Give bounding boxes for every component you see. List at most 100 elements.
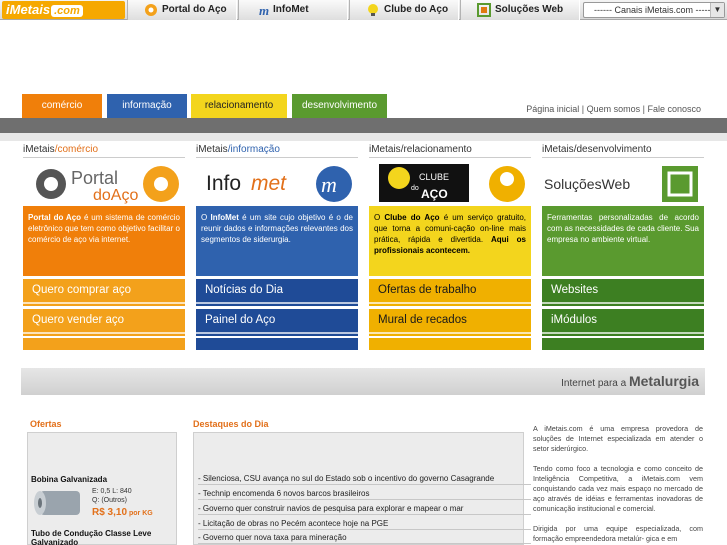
column-description: O Clube do Aço é um serviço gratuito, qu… xyxy=(369,206,531,276)
tab-comercio[interactable]: comércio xyxy=(22,94,102,118)
infomet-m-icon: m xyxy=(259,3,269,17)
tab-label: InfoMet xyxy=(273,4,309,15)
tab-label: Portal do Aço xyxy=(162,4,227,15)
logo-text-2: do xyxy=(411,185,419,192)
tab-desenvolvimento[interactable]: desenvolvimento xyxy=(292,94,387,118)
link-quero-comprar-aco[interactable]: Quero comprar aço xyxy=(23,279,185,306)
banner-main: Metalurgia xyxy=(628,373,699,389)
infomet-logo[interactable]: Info met m xyxy=(196,157,358,206)
link-ofertas-de-trabalho[interactable]: Ofertas de trabalho xyxy=(369,279,531,306)
bulb-icon xyxy=(368,4,378,16)
column-title: iMetais/comércio xyxy=(23,144,185,157)
desc-bold: InfoMet xyxy=(210,213,239,222)
tab-comercio-label: comércio xyxy=(41,100,83,111)
title-brand: iMetais xyxy=(196,144,228,155)
offer-title-2[interactable]: Tubo de Condução Classe Leve Galvanizado xyxy=(31,529,177,545)
title-brand: iMetais xyxy=(542,144,574,155)
column-footer xyxy=(23,338,185,350)
metalurgia-banner: Internet para a Metalurgia xyxy=(21,368,705,395)
logo-text-2: met xyxy=(251,172,287,195)
link-quem-somos[interactable]: Quem somos xyxy=(587,104,641,114)
link-pagina-inicial[interactable]: Página inicial xyxy=(526,104,579,114)
title-brand: iMetais xyxy=(369,144,401,155)
logo-text-1: CLUBE xyxy=(419,172,449,182)
tab-relacionamento-label: relacionamento xyxy=(204,100,274,111)
about-paragraph-2: Tendo como foco a tecnologia e como conc… xyxy=(533,464,703,513)
top-navigation-bar: iMetais .com Portal do Aço m InfoMet Club… xyxy=(0,0,727,20)
divider-bar xyxy=(0,118,727,133)
tab-label: Clube do Aço xyxy=(384,4,449,15)
column-description: Portal do Aço é um sistema de comércio e… xyxy=(23,206,185,276)
link-painel-do-aco[interactable]: Painel do Aço xyxy=(196,309,358,336)
link-quero-vender-aco[interactable]: Quero vender aço xyxy=(23,309,185,336)
portal-do-aco-logo[interactable]: Portal doAço xyxy=(23,157,185,206)
gear-icon xyxy=(145,4,157,16)
price-unit: por KG xyxy=(127,510,153,517)
separator xyxy=(369,332,531,334)
offer-title[interactable]: Bobina Galvanizada xyxy=(31,475,107,484)
logo-text-1: SoluçõesWeb xyxy=(544,176,630,192)
about-text: A iMetais.com é uma empresa provedora de… xyxy=(533,424,703,545)
desc-text: Ferramentas personalizadas de acordo com… xyxy=(547,213,699,244)
clube-do-aco-logo[interactable]: CLUBE do AÇO xyxy=(369,157,531,206)
column-comercio: iMetais/comércio Portal doAço Portal do … xyxy=(23,144,185,350)
bulb-icon: CLUBE do AÇO xyxy=(379,164,525,202)
tab-informacao[interactable]: informação xyxy=(107,94,187,118)
link-mural-de-recados[interactable]: Mural de recados xyxy=(369,309,531,336)
column-description: O InfoMet é um site cujo objetivo é o de… xyxy=(196,206,358,276)
logo-main: Metais xyxy=(9,2,51,17)
tab-desenvolvimento-label: desenvolvimento xyxy=(301,100,378,111)
link-label: Painel do Aço xyxy=(205,314,276,326)
svg-text:m: m xyxy=(321,172,337,197)
link-label: Mural de recados xyxy=(378,314,467,326)
column-footer xyxy=(196,338,358,350)
infomet-m-icon: Info met m xyxy=(206,166,352,202)
desc-bold: Clube do Aço xyxy=(384,213,440,222)
tab-label: Soluções Web xyxy=(495,4,564,15)
offer-spec-1: E: 0,5 L: 840 xyxy=(92,488,132,495)
top-links: Página inicial | Quem somos | Fale conos… xyxy=(526,104,701,114)
column-title: iMetais/relacionamento xyxy=(369,144,531,157)
link-fale-conosco[interactable]: Fale conosco xyxy=(647,104,701,114)
separator xyxy=(23,302,185,304)
column-relacionamento: iMetais/relacionamento CLUBE do AÇO O Cl… xyxy=(369,144,531,350)
solucoes-web-logo[interactable]: SoluçõesWeb xyxy=(542,157,704,206)
column-desenvolvimento: iMetais/desenvolvimento SoluçõesWeb Ferr… xyxy=(542,144,704,350)
tab-relacionamento[interactable]: relacionamento xyxy=(191,94,287,118)
news-item[interactable]: - Silenciosa, CSU avança no sul do Estad… xyxy=(198,472,531,485)
separator xyxy=(23,332,185,334)
separator xyxy=(196,302,358,304)
title-section: /relacionamento xyxy=(400,144,472,155)
offers-heading: Ofertas xyxy=(30,419,62,429)
news-heading: Destaques do Dia xyxy=(193,419,269,429)
banner-prefix: Internet para a xyxy=(561,378,629,389)
separator xyxy=(542,302,704,304)
tab-solucoes-web[interactable]: Soluções Web xyxy=(460,0,580,20)
tab-infomet[interactable]: m InfoMet xyxy=(238,0,348,20)
imetais-logo[interactable]: iMetais .com xyxy=(2,1,125,19)
offer-spec-2: Q: (Outros) xyxy=(92,497,128,504)
steel-coil-image[interactable] xyxy=(32,487,87,517)
news-item[interactable]: - Governo quer construir navios de pesqu… xyxy=(198,502,531,515)
channels-select[interactable]: ------ Canais iMetais.com ------ ▼ xyxy=(583,2,725,18)
link-websites[interactable]: Websites xyxy=(542,279,704,306)
link-imodulos[interactable]: iMódulos xyxy=(542,309,704,336)
tab-informacao-label: informação xyxy=(122,100,172,111)
news-item[interactable]: - Technip encomenda 6 novos barcos brasi… xyxy=(198,487,531,500)
link-label: Websites xyxy=(551,284,599,296)
logo-suffix: .com xyxy=(51,5,83,17)
link-label: iMódulos xyxy=(551,314,598,326)
offer-specs: E: 0,5 L: 840 Q: (Outros) xyxy=(92,487,132,505)
logo-text-3: AÇO xyxy=(421,187,448,201)
tab-portal-do-aco[interactable]: Portal do Aço xyxy=(127,0,237,20)
logo-text-1: Info xyxy=(206,172,241,195)
divider-bar-light xyxy=(0,133,727,141)
chevron-down-icon: ▼ xyxy=(710,3,724,17)
logo-text-1: Portal xyxy=(71,168,118,188)
news-item[interactable]: - Governo quer nova taxa para mineração xyxy=(198,531,531,544)
link-noticias-do-dia[interactable]: Notícias do Dia xyxy=(196,279,358,306)
news-item[interactable]: - Licitação de obras no Pecém acontece h… xyxy=(198,517,531,530)
tab-clube-do-aco[interactable]: Clube do Aço xyxy=(349,0,459,20)
channels-select-value: ------ Canais iMetais.com ------ xyxy=(594,5,714,15)
column-title: iMetais/desenvolvimento xyxy=(542,144,704,157)
